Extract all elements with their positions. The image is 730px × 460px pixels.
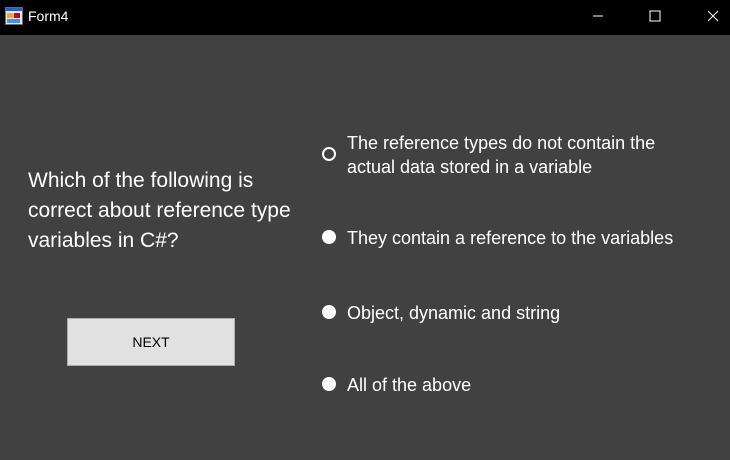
question-text: Which of the following is correct about … xyxy=(28,169,291,252)
answer-option-4[interactable]: All of the above xyxy=(322,373,502,397)
radio-unselected-icon[interactable] xyxy=(322,230,336,244)
minimize-button[interactable] xyxy=(575,0,621,32)
next-button-label: NEXT xyxy=(132,334,170,350)
maximize-button[interactable] xyxy=(632,0,678,32)
radio-selected-icon[interactable] xyxy=(322,147,336,161)
answer-option-1-line-2: actual data stored in a variable xyxy=(347,157,593,177)
window-title: Form4 xyxy=(28,8,69,24)
answer-option-1[interactable]: The reference types do not contain the a… xyxy=(322,131,702,181)
form-client-area: Which of the following is correct about … xyxy=(0,35,730,460)
answer-option-3-label: Object, dynamic and string xyxy=(347,303,561,323)
title-bar: Form4 xyxy=(0,0,730,35)
next-button[interactable]: NEXT xyxy=(67,318,235,366)
close-button[interactable] xyxy=(690,0,730,32)
answer-option-2-label: They contain a reference to the variable… xyxy=(347,228,674,248)
form-app-icon xyxy=(5,7,23,25)
radio-unselected-icon[interactable] xyxy=(322,377,336,391)
answer-option-3[interactable]: Object, dynamic and string xyxy=(322,301,592,325)
minimize-icon xyxy=(593,15,603,17)
answer-option-1-line-1: The reference types do not contain the xyxy=(347,133,656,153)
close-icon xyxy=(707,10,719,22)
maximize-icon xyxy=(649,10,661,22)
answer-option-1-label: The reference types do not contain the a… xyxy=(347,131,655,179)
radio-unselected-icon[interactable] xyxy=(322,305,336,319)
answer-option-2[interactable]: They contain a reference to the variable… xyxy=(322,226,712,250)
answer-option-4-label: All of the above xyxy=(347,375,472,395)
